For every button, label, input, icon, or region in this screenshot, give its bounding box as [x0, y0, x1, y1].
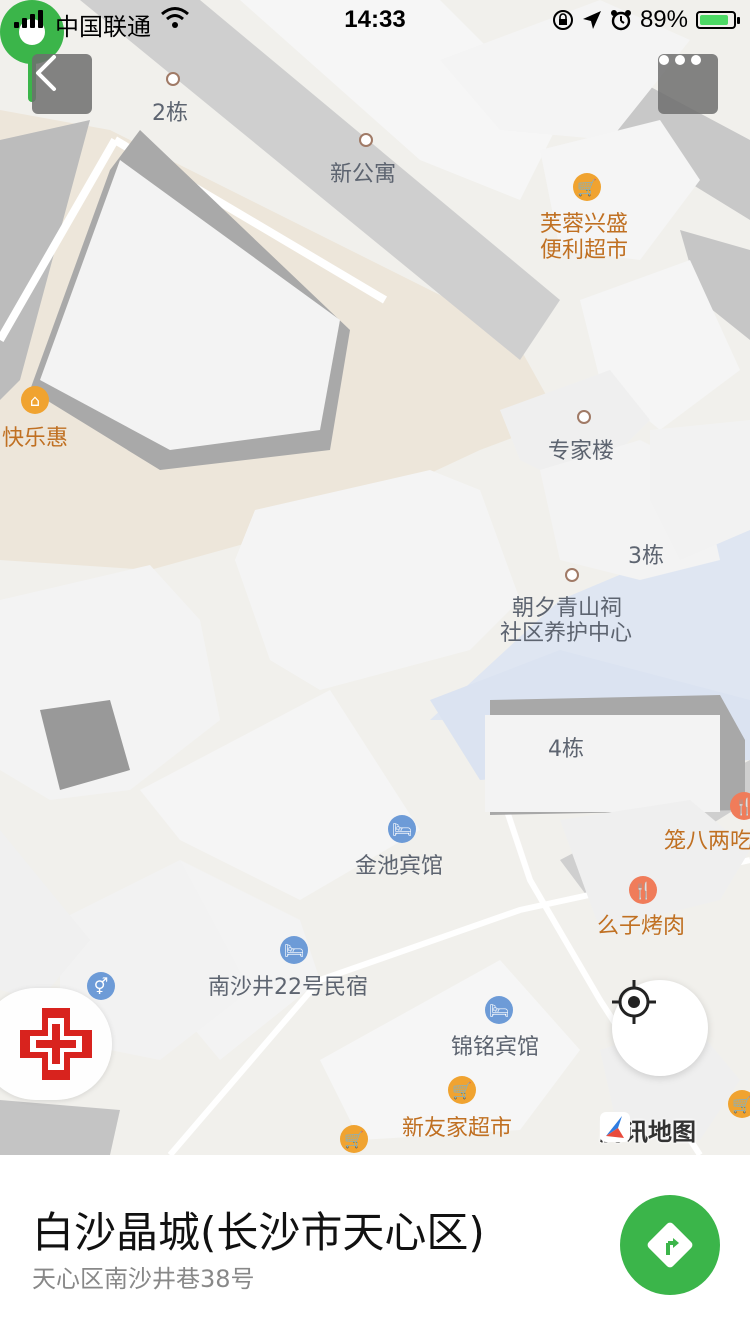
label-jinchi[interactable]: 金池宾馆	[355, 854, 443, 879]
tencent-map-logo-icon	[600, 1112, 630, 1142]
label-furong-1[interactable]: 芙蓉兴盛	[540, 212, 628, 237]
poi-dot	[577, 410, 591, 424]
label-yaozi[interactable]: 么子烤肉	[597, 914, 685, 939]
restroom-icon[interactable]: ⚥	[87, 972, 115, 1000]
map-watermark: 腾讯地图	[600, 1112, 696, 1147]
label-zhuanjia[interactable]: 专家楼	[548, 439, 614, 464]
label-longba[interactable]: 笼八两吃	[664, 829, 750, 854]
more-button[interactable]	[658, 54, 718, 114]
crosshair-icon	[612, 980, 656, 1024]
poi-dot	[166, 72, 180, 86]
poi-dot	[359, 133, 373, 147]
label-xin-gongyu[interactable]: 新公寓	[330, 162, 396, 187]
shop-icon[interactable]: ⌂	[21, 386, 49, 414]
more-dots-icon	[659, 55, 701, 65]
hotel-bed-icon[interactable]: 🛏	[280, 936, 308, 964]
label-nanshajing[interactable]: 南沙井22号民宿	[208, 975, 368, 1000]
label-xinyoujia[interactable]: 新友家超市	[402, 1116, 512, 1141]
place-address: 天心区南沙井巷38号	[32, 1265, 255, 1293]
label-zhaoxi-1[interactable]: 朝夕青山祠	[512, 596, 622, 621]
label-bldg-4[interactable]: 4栋	[548, 737, 584, 762]
place-title: 白沙晶城(长沙市天心区)	[32, 1208, 485, 1257]
label-jinming[interactable]: 锦铭宾馆	[451, 1035, 539, 1060]
label-kuaile[interactable]: 快乐惠	[2, 426, 68, 451]
status-bar: 中国联通 14:33 89%	[0, 0, 750, 41]
alarm-icon	[610, 10, 631, 31]
battery-percent: 89%	[639, 6, 688, 33]
navigate-button[interactable]	[620, 1195, 720, 1295]
shopping-cart-icon[interactable]: 🛒	[728, 1090, 750, 1118]
red-cross-icon	[20, 1008, 92, 1080]
shopping-cart-icon[interactable]: 🛒	[573, 173, 601, 201]
restaurant-icon[interactable]: 🍴	[730, 792, 750, 820]
hospital-button[interactable]	[0, 988, 112, 1100]
label-furong-2[interactable]: 便利超市	[540, 238, 628, 263]
rotation-lock-icon	[552, 10, 573, 30]
map-view[interactable]: 2栋 新公寓 🛒 芙蓉兴盛 便利超市 ⌂ 快乐惠 专家楼 3栋 朝夕青山祠 社区…	[0, 0, 750, 1155]
locate-me-button[interactable]	[612, 980, 708, 1076]
shopping-cart-icon[interactable]: 🛒	[448, 1076, 476, 1104]
hotel-bed-icon[interactable]: 🛏	[485, 996, 513, 1024]
chevron-left-icon	[36, 55, 56, 91]
route-direction-icon	[647, 1222, 693, 1268]
location-arrow-icon	[582, 11, 601, 29]
poi-dot	[565, 568, 579, 582]
label-bldg-2[interactable]: 2栋	[152, 101, 188, 126]
battery-icon	[696, 11, 740, 29]
restaurant-icon[interactable]: 🍴	[629, 876, 657, 904]
label-bldg-3[interactable]: 3栋	[628, 544, 664, 569]
hotel-bed-icon[interactable]: 🛏	[388, 815, 416, 843]
shopping-cart-icon[interactable]: 🛒	[340, 1125, 368, 1153]
place-info-panel: 白沙晶城(长沙市天心区) 天心区南沙井巷38号	[0, 1155, 750, 1334]
back-button[interactable]	[32, 54, 92, 114]
label-zhaoxi-2[interactable]: 社区养护中心	[500, 621, 632, 646]
